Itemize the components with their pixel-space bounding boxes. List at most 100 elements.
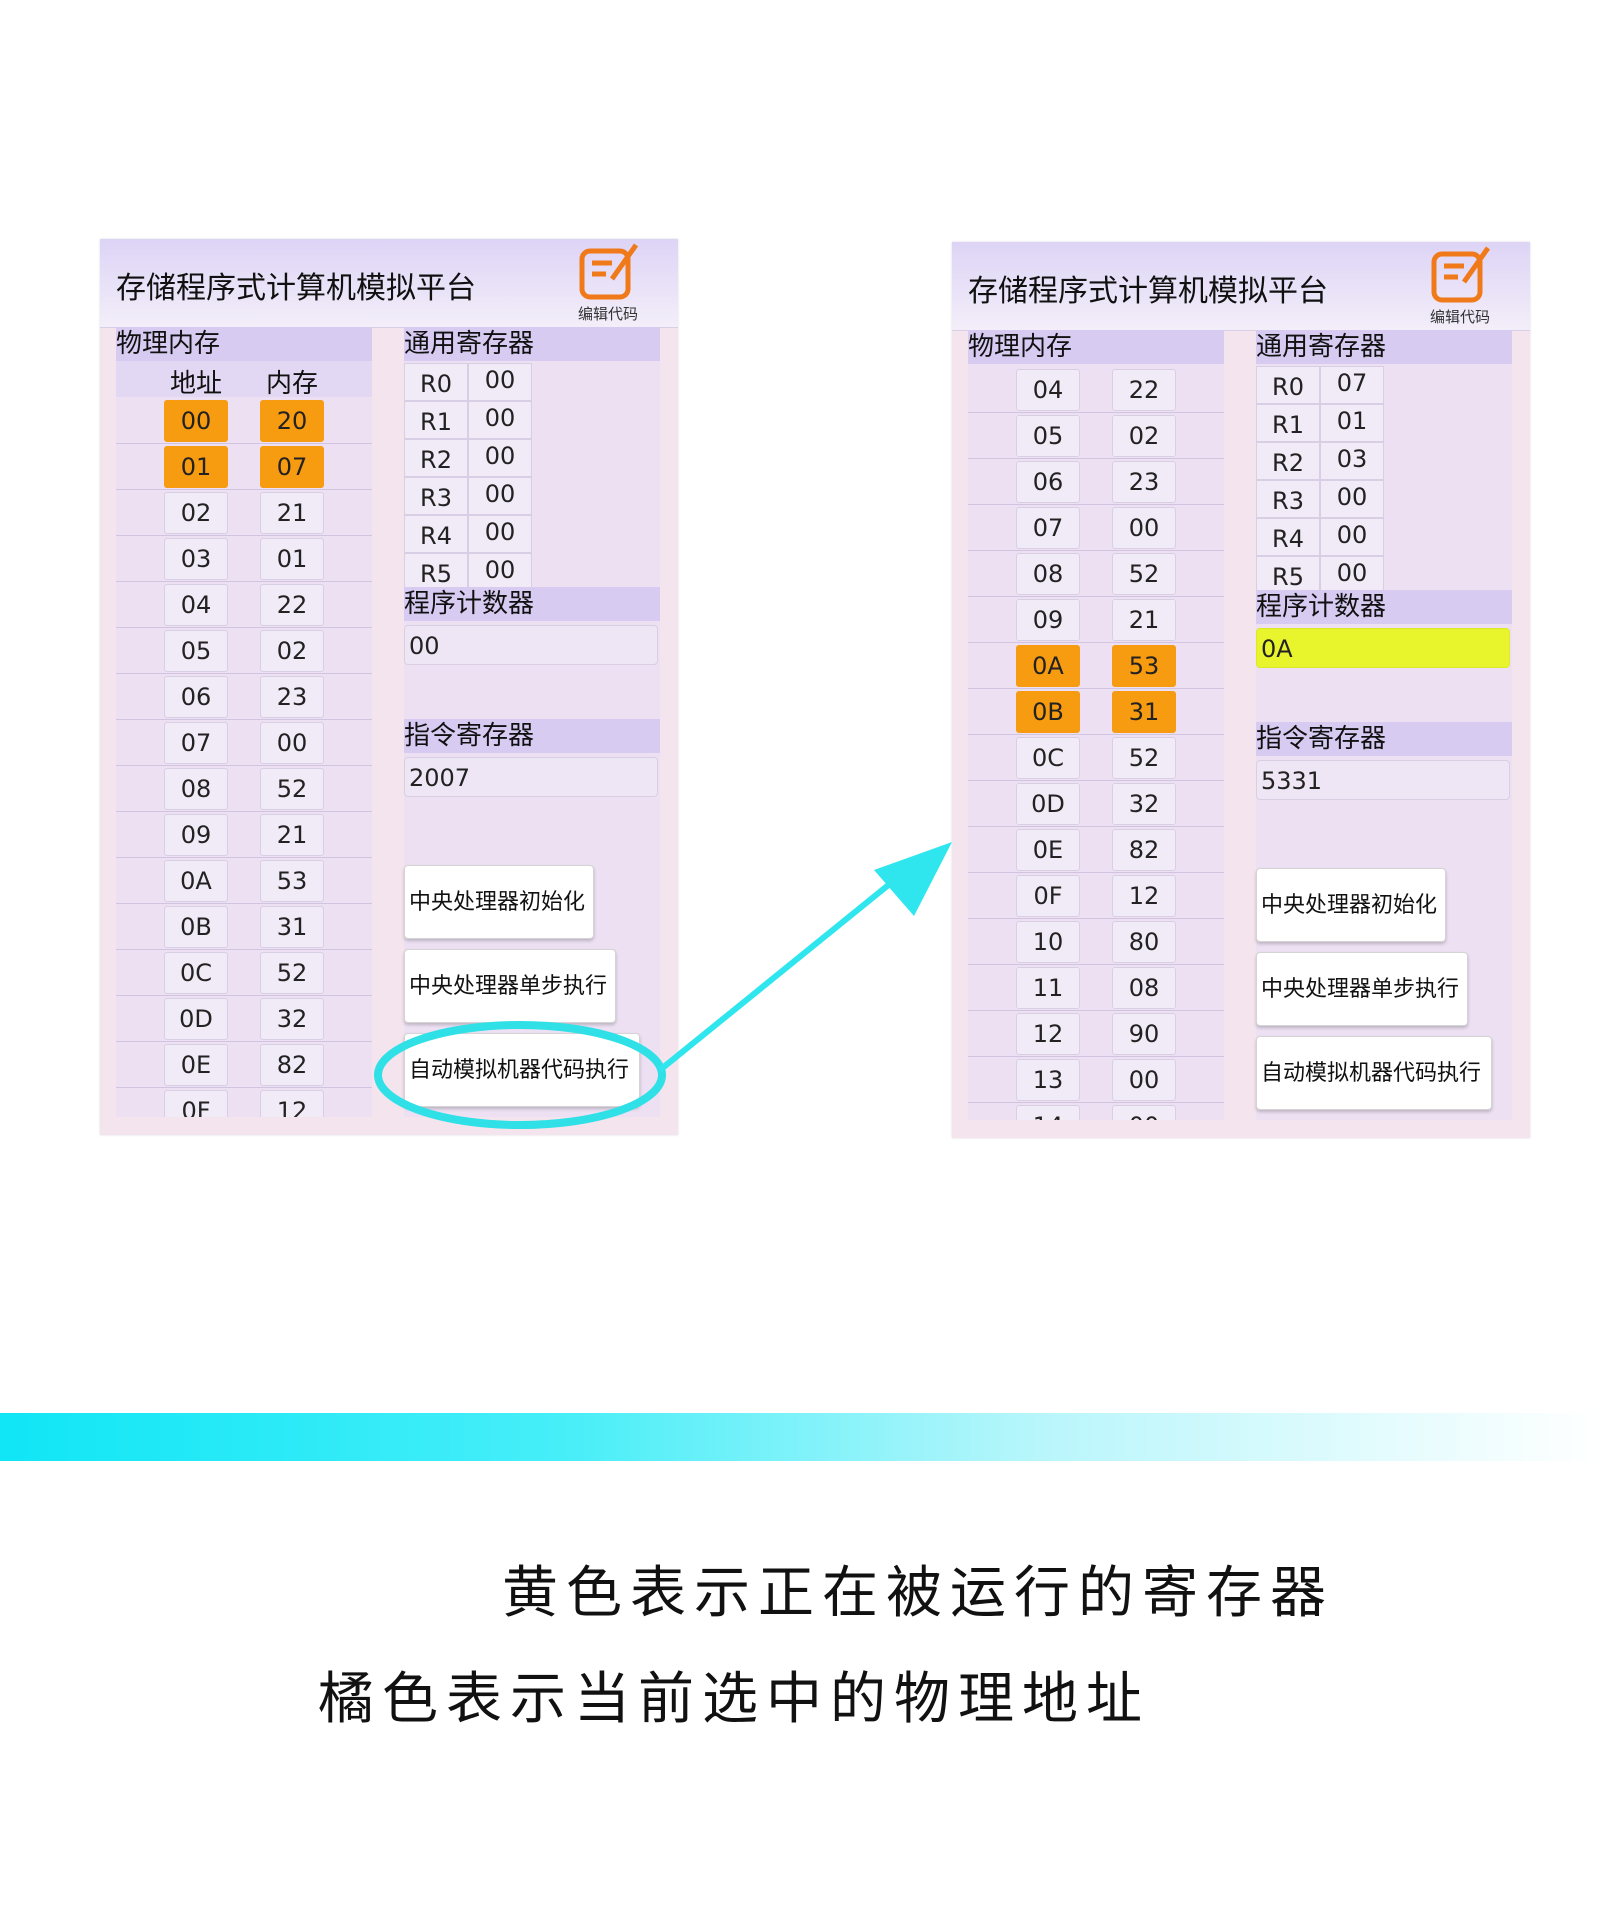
memory-address-cell[interactable]: 0D [1016, 783, 1080, 825]
memory-value-cell[interactable]: 22 [260, 584, 324, 626]
arrow-right-up-icon [658, 842, 952, 1073]
memory-address-cell[interactable]: 00 [164, 400, 228, 442]
register-row: R2 00 [404, 439, 660, 477]
memory-address-cell[interactable]: 05 [164, 630, 228, 672]
memory-address-cell[interactable]: 0B [1016, 691, 1080, 733]
memory-address-cell[interactable]: 06 [1016, 461, 1080, 503]
caption-orange-meaning: 橘色表示当前选中的物理地址 [318, 1667, 1150, 1732]
memory-row: 03 01 [116, 535, 372, 582]
memory-value-cell[interactable]: 52 [1112, 553, 1176, 595]
memory-row: 11 08 [968, 964, 1224, 1011]
memory-value-cell[interactable]: 52 [260, 768, 324, 810]
memory-header: 物理内存 [968, 330, 1224, 364]
register-name: R3 [404, 477, 468, 515]
register-row: R2 03 [1256, 442, 1512, 480]
edit-code-label: 编辑代码 [577, 305, 638, 323]
cpu-step-button[interactable]: 中央处理器单步执行 [404, 949, 616, 1023]
memory-value-cell[interactable]: 23 [260, 676, 324, 718]
register-name: R0 [404, 363, 468, 401]
memory-value-cell[interactable]: 52 [260, 952, 324, 994]
memory-column-headers: 地址 内存 [116, 361, 372, 399]
cpu-init-button[interactable]: 中央处理器初始化 [1256, 868, 1446, 942]
memory-address-cell[interactable]: 09 [1016, 599, 1080, 641]
memory-row: 02 21 [116, 489, 372, 536]
memory-address-cell[interactable]: 08 [164, 768, 228, 810]
memory-address-cell[interactable]: 10 [1016, 921, 1080, 963]
memory-value-cell[interactable]: 52 [1112, 737, 1176, 779]
app-title: 存储程序式计算机模拟平台 [116, 271, 476, 306]
memory-address-cell[interactable]: 0E [164, 1044, 228, 1086]
memory-value-cell[interactable]: 00 [260, 722, 324, 764]
memory-value-cell[interactable]: 12 [260, 1090, 324, 1117]
memory-value-cell[interactable]: 53 [1112, 645, 1176, 687]
memory-address-cell[interactable]: 0D [164, 998, 228, 1040]
memory-address-cell[interactable]: 0B [164, 906, 228, 948]
memory-value-cell[interactable]: 00 [1112, 1105, 1176, 1120]
memory-value-cell[interactable]: 02 [260, 630, 324, 672]
right-app-screen: 存储程序式计算机模拟平台 编辑代码 物理内存 04 22 05 02 06 23 07 00 0… [952, 242, 1530, 1138]
memory-value-cell[interactable]: 20 [260, 400, 324, 442]
memory-value-cell[interactable]: 82 [260, 1044, 324, 1086]
memory-value-cell[interactable]: 01 [260, 538, 324, 580]
edit-code-button[interactable]: 编辑代码 [1416, 244, 1504, 326]
memory-address-cell[interactable]: 14 [1016, 1105, 1080, 1120]
memory-address-cell[interactable]: 06 [164, 676, 228, 718]
memory-address-cell[interactable]: 04 [164, 584, 228, 626]
memory-row: 08 52 [968, 550, 1224, 597]
memory-value-cell[interactable]: 00 [1112, 507, 1176, 549]
memory-address-cell[interactable]: 13 [1016, 1059, 1080, 1101]
memory-value-cell[interactable]: 23 [1112, 461, 1176, 503]
memory-address-cell[interactable]: 0A [1016, 645, 1080, 687]
memory-value-cell[interactable]: 21 [1112, 599, 1176, 641]
memory-value-cell[interactable]: 53 [260, 860, 324, 902]
memory-value-cell[interactable]: 82 [1112, 829, 1176, 871]
memory-address-cell[interactable]: 0E [1016, 829, 1080, 871]
memory-address-cell[interactable]: 08 [1016, 553, 1080, 595]
memory-value-cell[interactable]: 07 [260, 446, 324, 488]
register-row: R1 00 [404, 401, 660, 439]
memory-value-cell[interactable]: 21 [260, 492, 324, 534]
register-value: 00 [468, 477, 532, 515]
gpr-header: 通用寄存器 [1256, 330, 1512, 364]
memory-row: 09 21 [968, 596, 1224, 643]
memory-address-cell[interactable]: 0C [164, 952, 228, 994]
app-bar: 存储程序式计算机模拟平台 编辑代码 [100, 239, 678, 328]
memory-value-cell[interactable]: 31 [1112, 691, 1176, 733]
memory-address-cell[interactable]: 02 [164, 492, 228, 534]
memory-address-cell[interactable]: 09 [164, 814, 228, 856]
edit-code-button[interactable]: 编辑代码 [564, 241, 652, 323]
gradient-divider [0, 1413, 1600, 1461]
register-panel: 通用寄存器 R0 07 R1 01 R2 03 R3 00 R4 00 R5 00 程序计数器 0A … [1256, 330, 1512, 1120]
memory-address-cell[interactable]: 07 [164, 722, 228, 764]
memory-value-cell[interactable]: 32 [1112, 783, 1176, 825]
memory-value-cell[interactable]: 80 [1112, 921, 1176, 963]
cpu-init-button[interactable]: 中央处理器初始化 [404, 865, 594, 939]
register-row: R4 00 [1256, 518, 1512, 556]
memory-value-cell[interactable]: 31 [260, 906, 324, 948]
memory-value-cell[interactable]: 32 [260, 998, 324, 1040]
memory-address-cell[interactable]: 11 [1016, 967, 1080, 1009]
memory-address-cell[interactable]: 05 [1016, 415, 1080, 457]
memory-value-cell[interactable]: 02 [1112, 415, 1176, 457]
memory-address-cell[interactable]: 0F [164, 1090, 228, 1117]
memory-address-cell[interactable]: 0C [1016, 737, 1080, 779]
memory-address-cell[interactable]: 0A [164, 860, 228, 902]
memory-address-cell[interactable]: 04 [1016, 369, 1080, 411]
auto-run-button[interactable]: 自动模拟机器代码执行 [1256, 1036, 1492, 1110]
memory-value-cell[interactable]: 12 [1112, 875, 1176, 917]
memory-address-cell[interactable]: 07 [1016, 507, 1080, 549]
memory-value-cell[interactable]: 00 [1112, 1059, 1176, 1101]
memory-value-cell[interactable]: 08 [1112, 967, 1176, 1009]
memory-value-cell[interactable]: 22 [1112, 369, 1176, 411]
register-row: R5 00 [404, 553, 660, 591]
memory-address-cell[interactable]: 0F [1016, 875, 1080, 917]
memory-row: 0F 12 [116, 1087, 372, 1117]
memory-row: 13 00 [968, 1056, 1224, 1103]
memory-address-cell[interactable]: 12 [1016, 1013, 1080, 1055]
cpu-step-button[interactable]: 中央处理器单步执行 [1256, 952, 1468, 1026]
memory-address-cell[interactable]: 01 [164, 446, 228, 488]
memory-value-cell[interactable]: 90 [1112, 1013, 1176, 1055]
memory-address-cell[interactable]: 03 [164, 538, 228, 580]
register-value: 00 [468, 439, 532, 477]
memory-value-cell[interactable]: 21 [260, 814, 324, 856]
